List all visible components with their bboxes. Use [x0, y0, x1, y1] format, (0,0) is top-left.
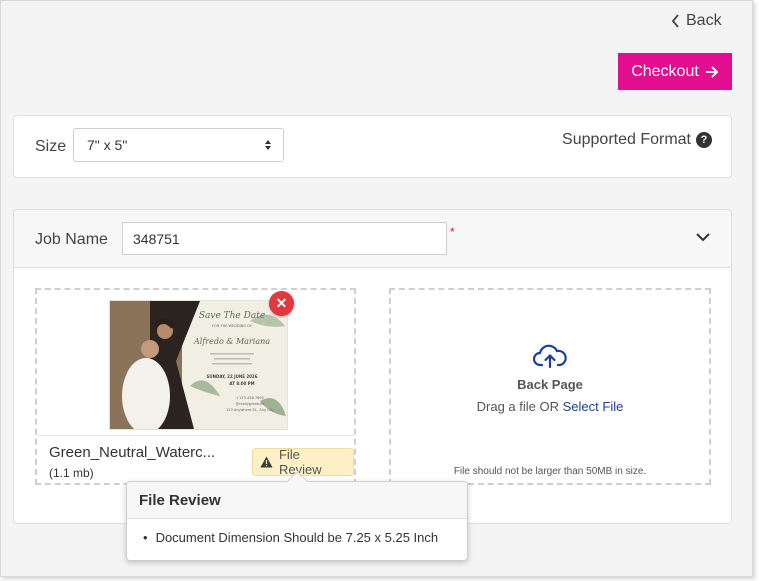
close-icon: ✕	[275, 295, 288, 311]
thumb-date: SUNDAY, 22 JUNE 2026	[207, 374, 258, 379]
back-page-title: Back Page	[517, 377, 583, 392]
drag-instructions: Drag a file OR Select File	[391, 399, 709, 414]
cloud-upload-icon	[533, 344, 567, 369]
popover-header: File Review	[127, 482, 467, 519]
file-review-label: File Review	[278, 447, 322, 477]
size-selected-value: 7" x 5"	[87, 137, 128, 153]
thumb-line1: Save The Date	[199, 311, 265, 321]
supported-format-label: Supported Format	[562, 131, 691, 148]
question-circle-icon[interactable]: ?	[696, 132, 712, 148]
thumb-time: AT 8:00 PM	[229, 381, 254, 386]
file-name: Green_Neutral_Waterc...	[49, 444, 216, 461]
file-thumbnail[interactable]: Save The Date FOR THE WEDDING OF Alfredo…	[109, 300, 288, 430]
size-panel: Size 7" x 5" Supported Format ?	[13, 115, 732, 178]
file-size-limit: File should not be larger than 50MB in s…	[453, 466, 647, 477]
popover-item: • Document Dimension Should be 7.25 x 5.…	[143, 530, 438, 545]
job-name-input[interactable]	[122, 222, 447, 255]
job-header: Job Name *	[14, 210, 731, 268]
back-label: Back	[686, 12, 722, 29]
drag-text: Drag a file OR	[476, 399, 560, 414]
size-label: Size	[35, 138, 67, 155]
supported-format[interactable]: Supported Format ?	[562, 131, 712, 149]
thumb-address: 123 Anywhere St., Any City	[226, 408, 274, 412]
remove-file-button[interactable]: ✕	[269, 291, 294, 316]
select-file-link[interactable]: Select File	[563, 399, 624, 414]
size-select[interactable]: 7" x 5"	[73, 128, 284, 162]
checkout-label: Checkout	[631, 62, 699, 80]
back-page-upload[interactable]: Back Page Drag a file OR Select File Fil…	[389, 288, 711, 485]
front-page-upload[interactable]: Save The Date FOR THE WEDDING OF Alfredo…	[35, 288, 356, 485]
divider	[37, 435, 354, 436]
sort-caret-icon	[265, 140, 271, 150]
file-size: (1.1 mb)	[49, 466, 94, 480]
job-name-label: Job Name	[35, 231, 108, 248]
job-panel: Job Name * Save T	[13, 209, 732, 524]
thumb-line2: FOR THE WEDDING OF	[212, 324, 252, 328]
page-frame: Back Checkout Size 7" x 5" Supported For…	[0, 0, 753, 577]
required-asterisk: *	[450, 225, 455, 239]
file-review-badge[interactable]: File Review	[252, 447, 354, 477]
checkout-button[interactable]: Checkout	[618, 53, 732, 90]
chevron-down-icon[interactable]	[695, 231, 711, 243]
file-review-popover: File Review • Document Dimension Should …	[126, 470, 468, 561]
warning-icon	[260, 456, 273, 468]
popover-item-text: Document Dimension Should be 7.25 x 5.25…	[155, 530, 439, 545]
invitation-image: Save The Date FOR THE WEDDING OF Alfredo…	[110, 301, 287, 429]
chevron-left-icon	[671, 14, 679, 28]
bullet-icon: •	[143, 530, 148, 545]
thumb-phone: +123-456-7890	[236, 396, 264, 400]
back-link[interactable]: Back	[671, 12, 722, 30]
popover-title: File Review	[139, 492, 221, 509]
arrow-right-icon	[705, 65, 719, 78]
thumb-handle: @reallygreatsite	[236, 402, 265, 406]
thumb-names: Alfredo & Mariana	[193, 337, 270, 346]
